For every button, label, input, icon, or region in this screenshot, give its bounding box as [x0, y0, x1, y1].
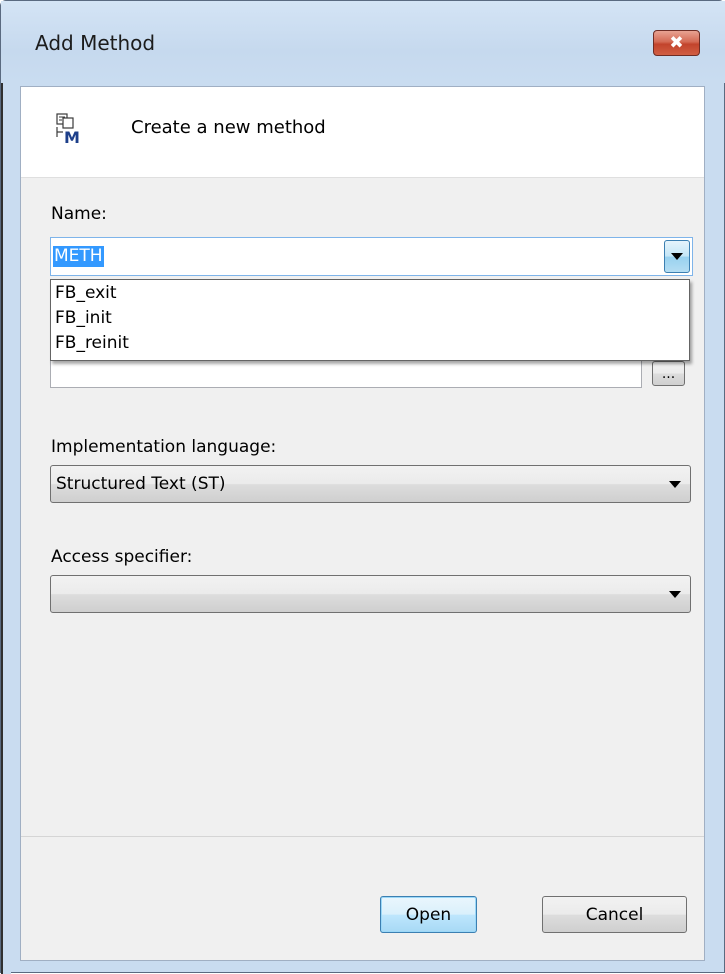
name-label: Name:: [51, 204, 107, 224]
access-specifier-select[interactable]: [50, 575, 691, 613]
footer-divider: [21, 836, 704, 837]
dropdown-option-fb-exit[interactable]: FB_exit: [55, 283, 117, 303]
cancel-button[interactable]: Cancel: [542, 896, 687, 933]
window-title: Add Method: [35, 31, 156, 55]
window-edge: [1, 1, 11, 974]
close-icon: ✖: [669, 33, 684, 53]
chevron-down-icon: [669, 481, 681, 488]
title-bar[interactable]: Add Method ✖: [1, 1, 725, 83]
chevron-down-icon: [671, 253, 683, 260]
access-specifier-label: Access specifier:: [51, 547, 193, 567]
implementation-language-value: Structured Text (ST): [56, 474, 226, 494]
open-button[interactable]: Open: [380, 896, 477, 933]
dropdown-option-fb-init[interactable]: FB_init: [55, 308, 112, 328]
implementation-language-select[interactable]: Structured Text (ST): [50, 465, 691, 503]
header-text: Create a new method: [131, 117, 326, 138]
dropdown-option-fb-reinit[interactable]: FB_reinit: [55, 333, 129, 353]
implementation-language-label: Implementation language:: [51, 437, 277, 457]
chevron-down-icon: [669, 591, 681, 598]
name-dropdown-button[interactable]: [664, 240, 690, 273]
add-method-dialog: Add Method ✖ M Create a new method Name:…: [0, 0, 725, 974]
name-combobox[interactable]: METH: [50, 237, 693, 276]
method-icon: M: [56, 113, 80, 145]
browse-button[interactable]: ...: [652, 361, 685, 386]
dialog-body: M Create a new method Name: METH FB_exit…: [20, 86, 705, 961]
name-input-selected-text[interactable]: METH: [53, 246, 104, 267]
close-button[interactable]: ✖: [653, 30, 700, 56]
name-dropdown-list: FB_exit FB_init FB_reinit: [50, 279, 690, 361]
svg-text:M: M: [64, 128, 80, 145]
dialog-header: M Create a new method: [21, 87, 704, 178]
